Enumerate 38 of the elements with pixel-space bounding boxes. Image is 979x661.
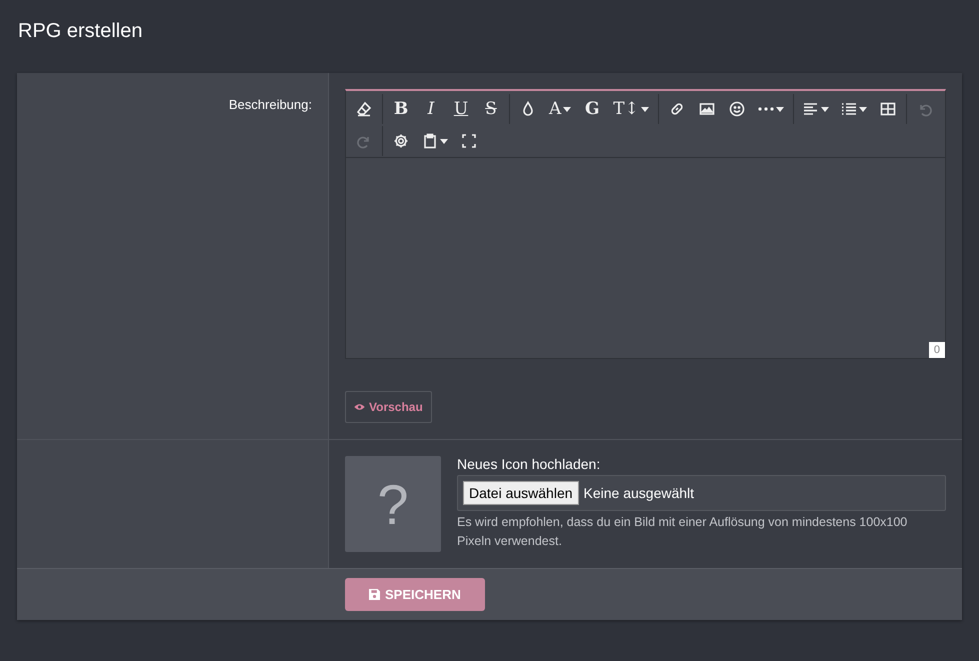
format-glyph: S — [485, 99, 497, 119]
toolbar-button[interactable]: B — [386, 95, 416, 123]
format-glyph: T↕ — [613, 99, 639, 119]
eye-icon — [354, 403, 365, 411]
gear-icon — [393, 133, 409, 149]
smile-icon — [728, 101, 745, 117]
format-glyph: U — [454, 99, 468, 119]
drop-icon — [520, 101, 536, 117]
file-input-field[interactable]: Datei auswählen Keine ausgewählt — [457, 475, 946, 511]
table-icon — [880, 101, 896, 117]
question-mark: ? — [377, 472, 409, 536]
hint-text: Es wird empfohlen, dass du ein Bild mit einer Auflösung von mindestens 100x100 Pixeln verwendest. — [457, 514, 908, 550]
format-glyph: A — [549, 99, 562, 119]
align-icon — [802, 101, 819, 117]
character-count: 0 — [928, 342, 945, 358]
toolbar-button[interactable]: I — [416, 95, 446, 123]
editor-text-area[interactable]: 0 — [346, 158, 945, 358]
image-icon — [698, 101, 715, 117]
format-glyph: B — [394, 99, 408, 119]
format-glyph: G — [585, 99, 600, 119]
preview-button[interactable]: Vorschau — [345, 391, 432, 423]
clipboard-icon — [422, 133, 438, 149]
eraser-icon — [356, 101, 372, 117]
format-glyph: I — [428, 99, 434, 119]
page-title: RPG erstellen — [17, 19, 144, 44]
more-icon — [758, 107, 774, 111]
field-label: Beschreibung: — [228, 96, 313, 112]
toolbar-button[interactable]: T↕ — [607, 95, 655, 123]
toolbar-button[interactable]: A — [543, 95, 578, 123]
fullscreen-icon — [461, 133, 477, 149]
toolbar-button[interactable]: S — [476, 95, 506, 123]
field-label: Neues Icon hochladen: — [457, 456, 602, 472]
list-icon — [840, 101, 857, 117]
file-status: Keine ausgewählt — [584, 485, 694, 501]
toolbar-button[interactable]: G — [577, 95, 608, 123]
choose-file-button[interactable]: Datei auswählen — [463, 481, 579, 505]
toolbar-button[interactable]: U — [446, 95, 476, 123]
link-icon — [668, 101, 685, 117]
